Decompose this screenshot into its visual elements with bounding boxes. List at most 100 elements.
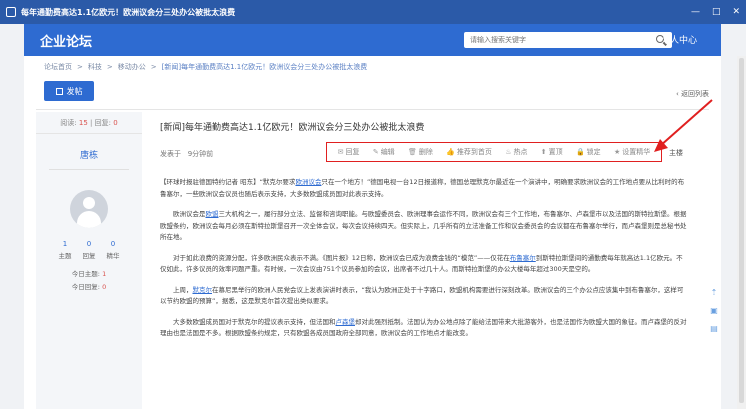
post-meta: 发表于 9分钟前: [160, 149, 213, 159]
action-label: 删除: [418, 148, 433, 156]
vertical-scrollbar[interactable]: [737, 56, 746, 409]
scrollbar-thumb[interactable]: [739, 58, 744, 403]
search-box: [464, 32, 672, 48]
post-paragraph: 上周，默克尔在慕尼黑举行的欧洲人民党会议上发表演讲时表示，“我认为欧洲正处于十字…: [160, 285, 688, 308]
maximize-icon[interactable]: □: [712, 6, 721, 18]
breadcrumb-tech[interactable]: 科技: [88, 63, 102, 71]
avatar-head-shape: [83, 197, 95, 209]
post-paragraph: 对于如此浪费的资源分配，许多欧洲民众表示不满。《图片报》12日称，欧洲议会已成为…: [160, 253, 688, 276]
delete-icon: 🗑: [407, 148, 417, 156]
window-title: 每年通勤费高达1.1亿欧元！欧洲议会分三处办公被批太浪费: [21, 7, 236, 17]
today-stats: 今日主题: 1 今日回复: 0: [36, 268, 142, 294]
site-logo[interactable]: 企业论坛: [40, 31, 92, 50]
divider: [36, 109, 709, 110]
action-label: 推荐到首页: [456, 148, 492, 156]
lock-action[interactable]: 🔒 锁定: [576, 147, 601, 157]
breadcrumb-separator: >: [150, 63, 157, 71]
inline-link[interactable]: 欧盟: [206, 210, 219, 218]
window-controls: — □ ✕: [691, 6, 740, 18]
hot-icon: ♨: [505, 148, 512, 156]
action-label: 锁定: [586, 148, 601, 156]
paragraph-text: 欧洲议会是: [173, 210, 206, 218]
recommend-icon: 👍: [446, 148, 455, 156]
paragraph-text: 【环球时报驻德国特约记者 昭东】“默克尔要求: [160, 178, 296, 186]
author-name[interactable]: 唐栋: [36, 148, 142, 161]
author-counts: 1 主题 0 回复 0 精华: [36, 240, 142, 260]
paragraph-text: 大多数欧盟成员国对于默克尔的提议表示支持，但法国和: [173, 317, 336, 326]
hot-action[interactable]: ♨ 热点: [505, 147, 527, 157]
breadcrumb-separator: >: [106, 63, 113, 71]
count-replies[interactable]: 0 回复: [77, 240, 101, 260]
count-value: 0: [86, 240, 92, 248]
author-sidebar: 阅读: 15 | 回复: 0 唐栋 1 主题 0 回复 0 精华 今日主题: 1…: [36, 112, 142, 409]
post-meta-prefix: 发表于: [160, 150, 181, 158]
breadcrumb-home[interactable]: 论坛首页: [44, 63, 72, 71]
search-input[interactable]: [464, 36, 644, 44]
views-label: 阅读:: [60, 119, 77, 127]
main-content: 论坛首页 > 科技 > 移动办公 > [新闻]每年通勤费高达1.1亿欧元！欧洲议会分三处办公…: [24, 56, 721, 409]
new-post-label: 发帖: [66, 86, 83, 96]
minimize-icon[interactable]: —: [691, 6, 700, 18]
action-label: 编辑: [380, 148, 395, 156]
views-count: 15: [78, 119, 88, 127]
new-post-button[interactable]: 发帖: [44, 81, 94, 101]
window-titlebar: 每年通勤费高达1.1亿欧元！欧洲议会分三处办公被批太浪费 — □ ✕: [0, 0, 746, 24]
today-replies: 今日回复: 0: [36, 281, 142, 294]
action-label: 置顶: [548, 148, 563, 156]
paragraph-text: 上周，: [173, 285, 193, 294]
edit-icon: ✎: [372, 148, 379, 156]
back-to-top-icon[interactable]: ⇡: [708, 286, 720, 298]
new-post-icon: [55, 87, 63, 95]
count-label: 主题: [58, 252, 72, 260]
divider: [49, 169, 129, 170]
post-stats: 阅读: 15 | 回复: 0: [36, 112, 142, 134]
paragraph-text: 三大机构之一，履行部分立法、监督和咨询职能。与欧盟委员会、欧洲理事会运作不同，欧…: [160, 210, 687, 241]
replies-label: 回复:: [94, 119, 111, 127]
count-label: 精华: [106, 252, 120, 260]
replies-count: 0: [113, 119, 118, 127]
app-icon: [6, 7, 16, 17]
today-topics-label: 今日主题:: [71, 270, 100, 278]
paragraph-text: 对于如此浪费的资源分配，许多欧洲民众表示不满。《图片报》12日称，欧洲议会已成为…: [173, 253, 510, 262]
post-paragraph: 【环球时报驻德国特约记者 昭东】“默克尔要求欧洲议会只在一个地方！”德国电视一台…: [160, 177, 688, 200]
essence-action[interactable]: ★ 设置精华: [614, 147, 650, 157]
post-paragraph: 大多数欧盟成员国对于默克尔的提议表示支持，但法国和卢森堡却对此强烈抵制。法国认为…: [160, 317, 688, 340]
post-title: [新闻]每年通勤费高达1.1亿欧元！欧洲议会分三处办公被批太浪费: [160, 123, 425, 133]
recommend-action[interactable]: 👍 推荐到首页: [446, 147, 492, 157]
top-icon: ⬆: [540, 148, 547, 156]
post-paragraph: 欧洲议会是欧盟三大机构之一，履行部分立法、监督和咨询职能。与欧盟委员会、欧洲理事…: [160, 209, 688, 244]
count-essence[interactable]: 0 精华: [101, 240, 125, 260]
post-body: 【环球时报驻德国特约记者 昭东】“默克尔要求欧洲议会只在一个地方！”德国电视一台…: [160, 177, 688, 349]
delete-action[interactable]: 🗑 删除: [408, 147, 433, 157]
action-label: 回复: [345, 148, 360, 156]
reply-action[interactable]: ✉ 回复: [338, 147, 360, 157]
action-label: 热点: [513, 148, 528, 156]
paragraph-text: 在慕尼黑举行的欧洲人民党会议上发表演讲时表示，“我认为欧洲正处于十字路口，欧盟机…: [160, 285, 684, 306]
count-topics[interactable]: 1 主题: [53, 240, 77, 260]
inline-link[interactable]: 布鲁塞尔: [510, 254, 536, 262]
inline-link[interactable]: 卢森堡: [336, 318, 356, 326]
breadcrumb-separator: >: [77, 63, 83, 71]
top-navbar: 企业论坛 个人中心: [24, 24, 721, 56]
inline-link[interactable]: 欧洲议会: [295, 178, 321, 186]
breadcrumb-mobile-office[interactable]: 移动办公: [118, 63, 146, 71]
today-replies-label: 今日回复:: [71, 283, 100, 291]
pin-action[interactable]: ⬆ 置顶: [541, 147, 563, 157]
avatar-body-shape: [77, 211, 101, 228]
user-center-link[interactable]: 个人中心: [661, 33, 697, 46]
post-actions-bar: ✉ 回复 ✎ 编辑 🗑 删除 👍 推荐到首页 ♨ 热点 ⬆ 置顶 🔒 锁定 ★ 设置精华: [326, 142, 662, 162]
inline-link[interactable]: 默克尔: [193, 286, 213, 294]
today-topics: 今日主题: 1: [36, 268, 142, 281]
count-value: 1: [62, 240, 68, 248]
count-label: 回复: [82, 252, 96, 260]
breadcrumb-current[interactable]: [新闻]每年通勤费高达1.1亿欧元！欧洲议会分三处办公被批太浪费: [162, 63, 368, 71]
folder-icon[interactable]: ▣: [708, 304, 720, 316]
avatar[interactable]: [70, 190, 108, 228]
edit-action[interactable]: ✎ 编辑: [373, 147, 395, 157]
today-topics-count: 1: [102, 270, 107, 278]
chat-icon[interactable]: ▤: [708, 322, 720, 334]
lock-icon: 🔒: [575, 148, 585, 156]
today-replies-count: 0: [102, 283, 107, 291]
close-icon[interactable]: ✕: [732, 6, 740, 18]
action-label: 设置精华: [622, 148, 651, 156]
